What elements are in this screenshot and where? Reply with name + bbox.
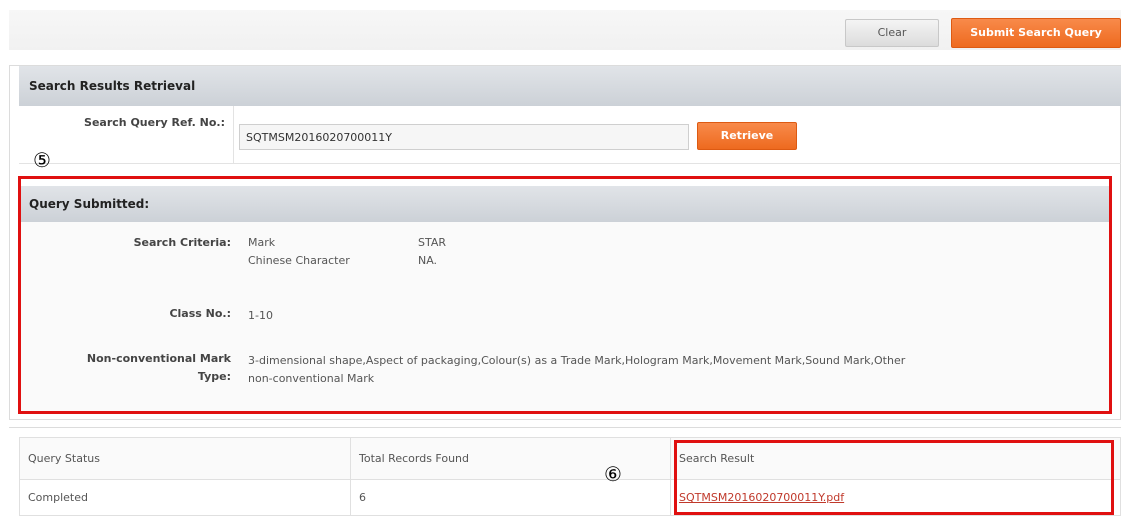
section-header-retrieval: Search Results Retrieval — [19, 66, 1121, 106]
submit-search-query-button[interactable]: Submit Search Query — [951, 18, 1121, 48]
annotation-marker-6: ⑥ — [604, 462, 622, 486]
total-records-cell: 6 — [350, 479, 671, 516]
retrieve-button[interactable]: Retrieve — [697, 122, 797, 150]
row-divider — [233, 106, 234, 164]
column-header-total-records: Total Records Found — [350, 437, 671, 480]
annotation-marker-5: ⑤ — [33, 148, 51, 172]
ref-no-input[interactable] — [239, 124, 689, 150]
clear-button[interactable]: Clear — [845, 19, 939, 47]
query-status-cell: Completed — [19, 479, 351, 516]
annotation-box-6 — [674, 440, 1114, 515]
ref-no-label: Search Query Ref. No.: — [84, 116, 225, 129]
column-header-query-status: Query Status — [19, 437, 351, 480]
annotation-box-5 — [18, 176, 1112, 414]
